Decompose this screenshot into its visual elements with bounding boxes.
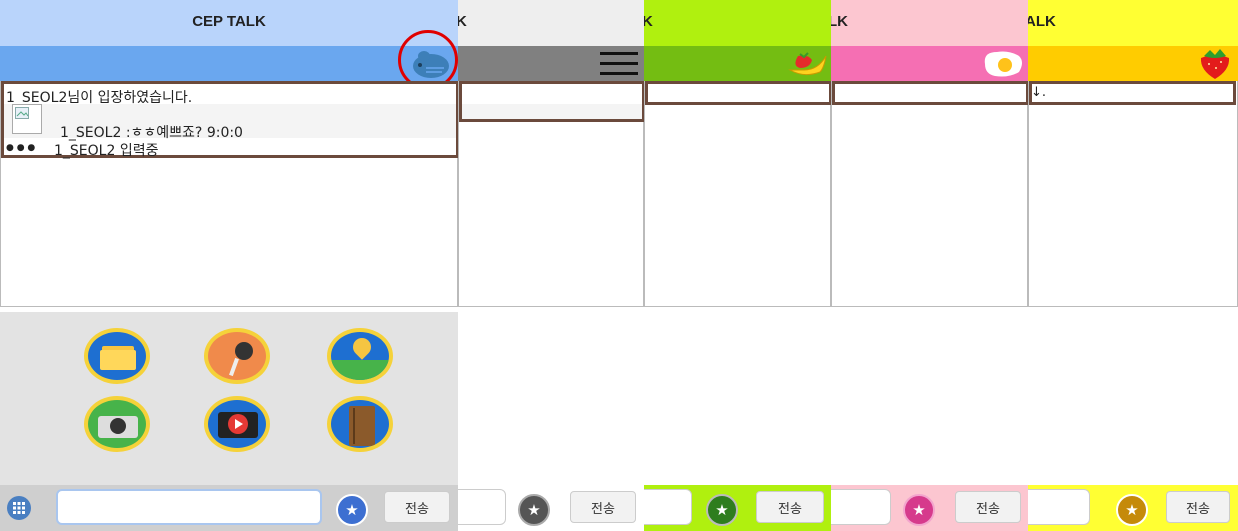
app-title: K <box>644 13 653 30</box>
theme-bar <box>1028 46 1238 81</box>
theme-bar <box>644 46 831 81</box>
video-play-icon[interactable] <box>204 396 270 452</box>
location-pin-icon[interactable] <box>327 328 393 384</box>
chat-panel-gray: K ★ 전송 <box>458 0 644 531</box>
camera-icon[interactable] <box>84 396 150 452</box>
hamburger-menu-icon[interactable] <box>600 52 638 76</box>
theme-bar <box>0 30 458 90</box>
input-bar: ★ 전송 <box>644 485 831 531</box>
chat-area: ↓. <box>1028 81 1238 307</box>
app-title: ALK <box>1028 13 1056 30</box>
strawberry-icon[interactable] <box>1196 46 1234 81</box>
title-bar: K <box>644 0 831 46</box>
message-input[interactable] <box>1028 489 1090 525</box>
chat-panel-green: K ★ 전송 <box>644 0 831 531</box>
fried-egg-icon[interactable] <box>979 48 1027 80</box>
star-icon[interactable]: ★ <box>518 494 550 526</box>
keyboard-grid-icon[interactable] <box>7 496 31 520</box>
message-box <box>832 81 1028 105</box>
chat-area <box>644 81 831 307</box>
send-button[interactable]: 전송 <box>756 491 824 523</box>
message-input[interactable] <box>644 489 692 525</box>
title-bar: CEP TALK <box>0 0 458 46</box>
send-button[interactable]: 전송 <box>570 491 636 523</box>
partial-message: ↓. <box>1031 85 1047 100</box>
broken-image-icon[interactable] <box>12 104 42 134</box>
message-input[interactable] <box>831 489 891 525</box>
chat-panel-blue: CEP TALK 1_SEOL2님이 입장하였습니다. 1_SEOL2:ㅎㅎ예… <box>0 0 458 531</box>
chat-area <box>458 81 644 307</box>
book-icon[interactable] <box>327 396 393 452</box>
app-title: CEP TALK <box>192 13 266 30</box>
star-icon[interactable]: ★ <box>1116 494 1148 526</box>
input-bar: ★ 전송 <box>1028 485 1238 531</box>
send-button[interactable]: 전송 <box>1166 491 1230 523</box>
title-bar: ALK <box>1028 0 1238 46</box>
title-bar: K <box>458 0 644 46</box>
theme-bar <box>458 46 644 81</box>
message-box <box>459 81 644 122</box>
star-icon[interactable]: ★ <box>706 494 738 526</box>
chat-area: 1_SEOL2님이 입장하였습니다. 1_SEOL2 :ㅎㅎ예쁘죠? 9:0:0… <box>0 81 458 307</box>
send-button[interactable]: 전송 <box>955 491 1021 523</box>
message-input[interactable] <box>458 489 506 525</box>
star-icon[interactable]: ★ <box>903 494 935 526</box>
folder-icon[interactable] <box>84 328 150 384</box>
theme-bar <box>831 46 1028 81</box>
star-icon[interactable]: ★ <box>336 494 368 526</box>
typing-indicator: 1_SEOL2 입력중 <box>54 143 159 159</box>
app-title: K <box>458 13 467 30</box>
input-bar: ★ 전송 <box>458 485 644 531</box>
send-button[interactable]: 전송 <box>384 491 450 523</box>
message-input[interactable] <box>56 489 322 525</box>
attachment-menu <box>0 312 458 485</box>
chat-panel-pink: LK ★ 전송 <box>831 0 1028 531</box>
typing-dots: ● ● ● <box>6 143 36 153</box>
fruit-strawberry-banana-icon[interactable] <box>784 48 830 80</box>
message-box: ↓. <box>1029 81 1236 105</box>
input-bar: ★ 전송 <box>0 485 458 531</box>
message-box: 1_SEOL2님이 입장하였습니다. 1_SEOL2 :ㅎㅎ예쁘죠? 9:0:0… <box>1 81 458 159</box>
message-box <box>645 81 831 105</box>
chat-message: 1_SEOL2 :ㅎㅎ예쁘죠? 9:0:0 <box>60 125 243 141</box>
title-bar: LK <box>831 0 1028 46</box>
input-bar: ★ 전송 <box>831 485 1028 531</box>
microphone-icon[interactable] <box>204 328 270 384</box>
app-title: LK <box>831 13 848 30</box>
chat-area <box>831 81 1028 307</box>
chat-panel-yellow: ALK ↓. ★ 전송 <box>1028 0 1238 531</box>
